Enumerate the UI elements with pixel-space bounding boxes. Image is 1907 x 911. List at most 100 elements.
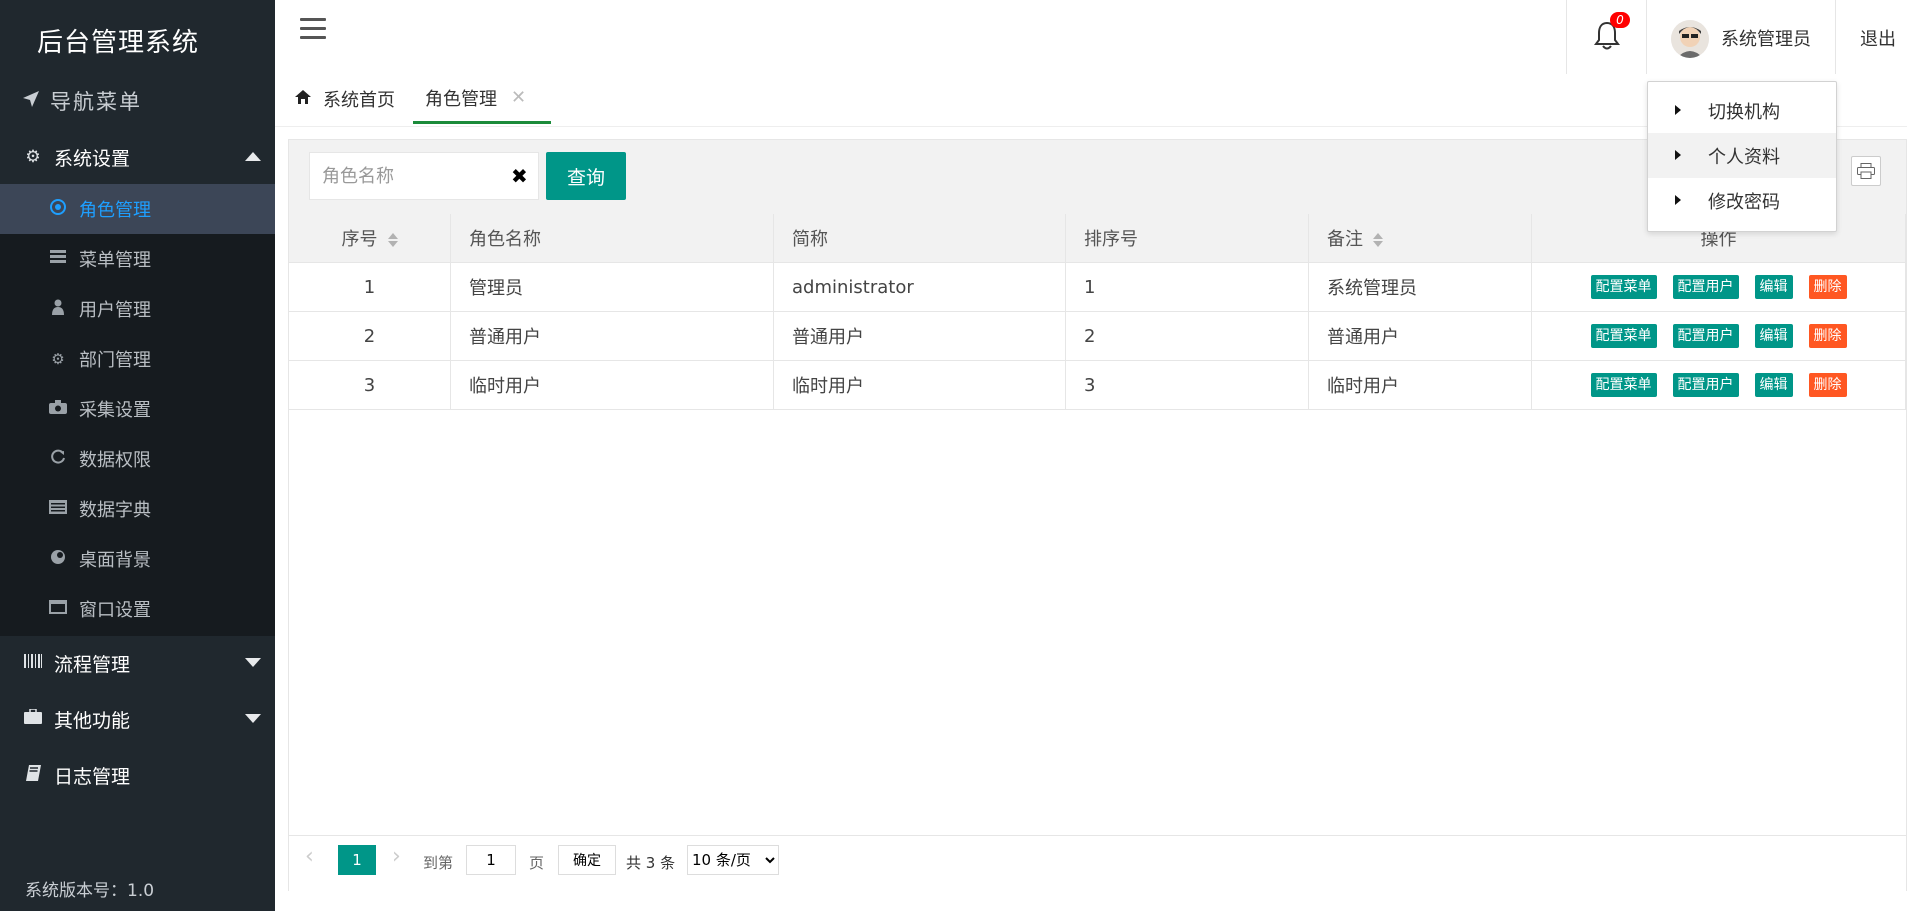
- sidebar-item-dictionary[interactable]: 数据字典: [0, 484, 275, 534]
- delete-button[interactable]: 删除: [1808, 373, 1847, 397]
- gear-icon: ⚙: [25, 147, 41, 167]
- column-header-no[interactable]: 序号: [289, 214, 451, 263]
- top-header: 0 系统管理员 退出: [275, 0, 1907, 75]
- avatar[interactable]: [1671, 20, 1709, 58]
- paper-plane-icon: [22, 89, 40, 113]
- sidebar-group-system-settings[interactable]: ⚙ 系统设置: [0, 130, 275, 184]
- tab-home[interactable]: 系统首页: [295, 74, 395, 124]
- refresh-icon: [49, 449, 67, 469]
- cell-remark: 系统管理员: [1308, 262, 1532, 312]
- header-divider: [1566, 0, 1567, 74]
- sidebar-item-role[interactable]: 角色管理: [0, 184, 275, 234]
- pagination: ‹ 1 › 到第 页 确定 共 3 条 10 条/页: [289, 835, 1906, 891]
- cell-name: 管理员: [450, 262, 774, 312]
- sidebar-item-collection[interactable]: 采集设置: [0, 384, 275, 434]
- sort-icon: [387, 233, 398, 247]
- logout-link[interactable]: 退出: [1860, 25, 1896, 51]
- edit-button[interactable]: 编辑: [1754, 373, 1793, 397]
- goto-confirm-button[interactable]: 确定: [558, 845, 616, 875]
- delete-button[interactable]: 删除: [1808, 275, 1847, 299]
- config-user-button[interactable]: 配置用户: [1672, 275, 1739, 299]
- sidebar-item-label: 部门管理: [79, 350, 151, 371]
- edit-button[interactable]: 编辑: [1754, 324, 1793, 348]
- clear-icon[interactable]: ✖: [511, 164, 528, 188]
- content-panel: ✖ 查询 序号 角色名称 简称 排序号 备注 操作 1 管理员 administ…: [288, 139, 1907, 891]
- delete-button[interactable]: 删除: [1808, 324, 1847, 348]
- barcode-icon: [24, 653, 42, 673]
- caret-right-icon: [1675, 195, 1681, 205]
- sidebar-item-label: 数据权限: [79, 450, 151, 471]
- cell-name: 临时用户: [450, 360, 774, 410]
- next-page-icon[interactable]: ›: [392, 844, 401, 869]
- sidebar-item-label: 窗口设置: [79, 600, 151, 621]
- list-icon: [49, 250, 67, 268]
- query-button[interactable]: 查询: [546, 152, 626, 200]
- sidebar-group-label: 其他功能: [54, 709, 131, 732]
- table-row: 3 临时用户 临时用户 3 临时用户 配置菜单 配置用户 编辑 删除: [289, 360, 1906, 410]
- print-icon[interactable]: [1851, 156, 1881, 186]
- tab-label: 系统首页: [323, 90, 395, 111]
- cell-actions: 配置菜单 配置用户 编辑 删除: [1531, 262, 1906, 312]
- config-user-button[interactable]: 配置用户: [1672, 373, 1739, 397]
- user-icon: [49, 299, 67, 319]
- sidebar-item-data-permission[interactable]: 数据权限: [0, 434, 275, 484]
- caret-down-icon: [245, 714, 261, 723]
- sidebar: 后台管理系统 导航菜单 ⚙ 系统设置 角色管理 菜单管理 用户管理 ⚙ 部门管理…: [0, 0, 275, 911]
- menu-item-profile[interactable]: 个人资料: [1648, 133, 1836, 178]
- cell-short: administrator: [773, 262, 1066, 312]
- sidebar-item-label: 桌面背景: [79, 550, 151, 571]
- page-size-select[interactable]: 10 条/页: [687, 845, 779, 875]
- sidebar-group-other[interactable]: 其他功能: [0, 692, 275, 746]
- sidebar-item-label: 采集设置: [79, 400, 151, 421]
- goto-page-input[interactable]: [466, 845, 516, 875]
- sidebar-item-desktop-bg[interactable]: 桌面背景: [0, 534, 275, 584]
- config-user-button[interactable]: 配置用户: [1672, 324, 1739, 348]
- sidebar-item-window-settings[interactable]: 窗口设置: [0, 584, 275, 634]
- system-settings-submenu: 角色管理 菜单管理 用户管理 ⚙ 部门管理 采集设置 数据权限 数据字典 桌面背…: [0, 184, 275, 636]
- role-name-input[interactable]: [309, 152, 539, 200]
- caret-right-icon: [1675, 150, 1681, 160]
- version-label: 系统版本号：1.0: [25, 881, 155, 901]
- book-icon: [24, 764, 42, 786]
- menu-item-label: 修改密码: [1708, 191, 1780, 213]
- menu-item-switch-org[interactable]: 切换机构: [1648, 88, 1836, 133]
- briefcase-icon: [24, 708, 42, 729]
- nav-title: 导航菜单: [22, 86, 142, 116]
- role-table: 序号 角色名称 简称 排序号 备注 操作 1 管理员 administrator…: [289, 214, 1906, 410]
- cell-remark: 临时用户: [1308, 360, 1532, 410]
- cell-short: 普通用户: [773, 311, 1066, 361]
- config-menu-button[interactable]: 配置菜单: [1590, 275, 1657, 299]
- page-number-current[interactable]: 1: [338, 845, 376, 875]
- home-icon: [295, 89, 311, 109]
- user-name[interactable]: 系统管理员: [1721, 25, 1811, 51]
- edit-button[interactable]: 编辑: [1754, 275, 1793, 299]
- tab-role-management[interactable]: 角色管理 ✕: [413, 74, 551, 124]
- sidebar-group-log[interactable]: 日志管理: [0, 748, 275, 802]
- brand-title: 后台管理系统: [37, 28, 200, 58]
- sidebar-item-user[interactable]: 用户管理: [0, 284, 275, 334]
- sidebar-item-department[interactable]: ⚙ 部门管理: [0, 334, 275, 384]
- notification-badge: 0: [1610, 12, 1630, 28]
- menu-item-label: 个人资料: [1708, 146, 1780, 168]
- radio-icon: [49, 199, 67, 219]
- close-icon[interactable]: ✕: [511, 87, 526, 108]
- table-row: 2 普通用户 普通用户 2 普通用户 配置菜单 配置用户 编辑 删除: [289, 311, 1906, 361]
- menu-item-change-password[interactable]: 修改密码: [1648, 178, 1836, 223]
- window-icon: [49, 600, 67, 618]
- hamburger-menu-icon[interactable]: [300, 18, 326, 42]
- cell-actions: 配置菜单 配置用户 编辑 删除: [1531, 360, 1906, 410]
- total-count: 共 3 条: [626, 854, 676, 872]
- config-menu-button[interactable]: 配置菜单: [1590, 373, 1657, 397]
- sidebar-group-workflow[interactable]: 流程管理: [0, 636, 275, 690]
- user-dropdown-menu: 切换机构 个人资料 修改密码: [1647, 81, 1837, 232]
- cell-no: 2: [289, 311, 451, 361]
- config-menu-button[interactable]: 配置菜单: [1590, 324, 1657, 348]
- dictionary-icon: [49, 500, 67, 518]
- cell-no: 1: [289, 262, 451, 312]
- cell-remark: 普通用户: [1308, 311, 1532, 361]
- column-header-remark[interactable]: 备注: [1308, 214, 1532, 263]
- prev-page-icon[interactable]: ‹: [305, 844, 314, 869]
- sidebar-item-menu[interactable]: 菜单管理: [0, 234, 275, 284]
- column-header-order: 排序号: [1065, 214, 1309, 263]
- column-header-short: 简称: [773, 214, 1066, 263]
